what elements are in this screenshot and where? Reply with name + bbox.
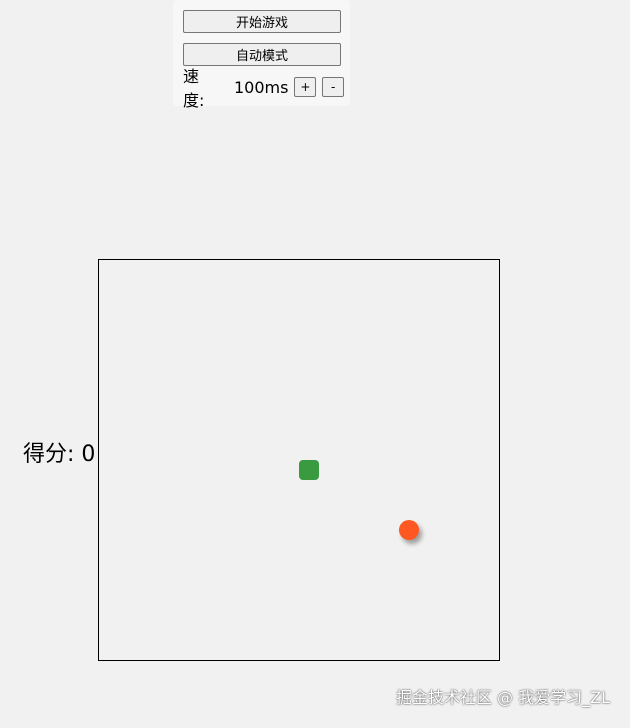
control-panel: 开始游戏 自动模式 速度: 100ms + - xyxy=(173,0,350,110)
game-board xyxy=(98,259,500,661)
watermark: 掘金技术社区 @ 我爱学习_ZL xyxy=(395,688,610,707)
speed-label: 速度: xyxy=(183,67,205,110)
start-game-button[interactable]: 开始游戏 xyxy=(183,10,341,33)
score-display: 得分: 0 xyxy=(23,442,96,467)
snake-head xyxy=(299,460,319,480)
food xyxy=(399,520,419,540)
speed-value: 100ms xyxy=(233,77,289,97)
speed-increase-button[interactable]: + xyxy=(294,77,317,97)
speed-control: 速度: 100ms + - xyxy=(183,67,350,110)
speed-decrease-button[interactable]: - xyxy=(322,77,345,97)
